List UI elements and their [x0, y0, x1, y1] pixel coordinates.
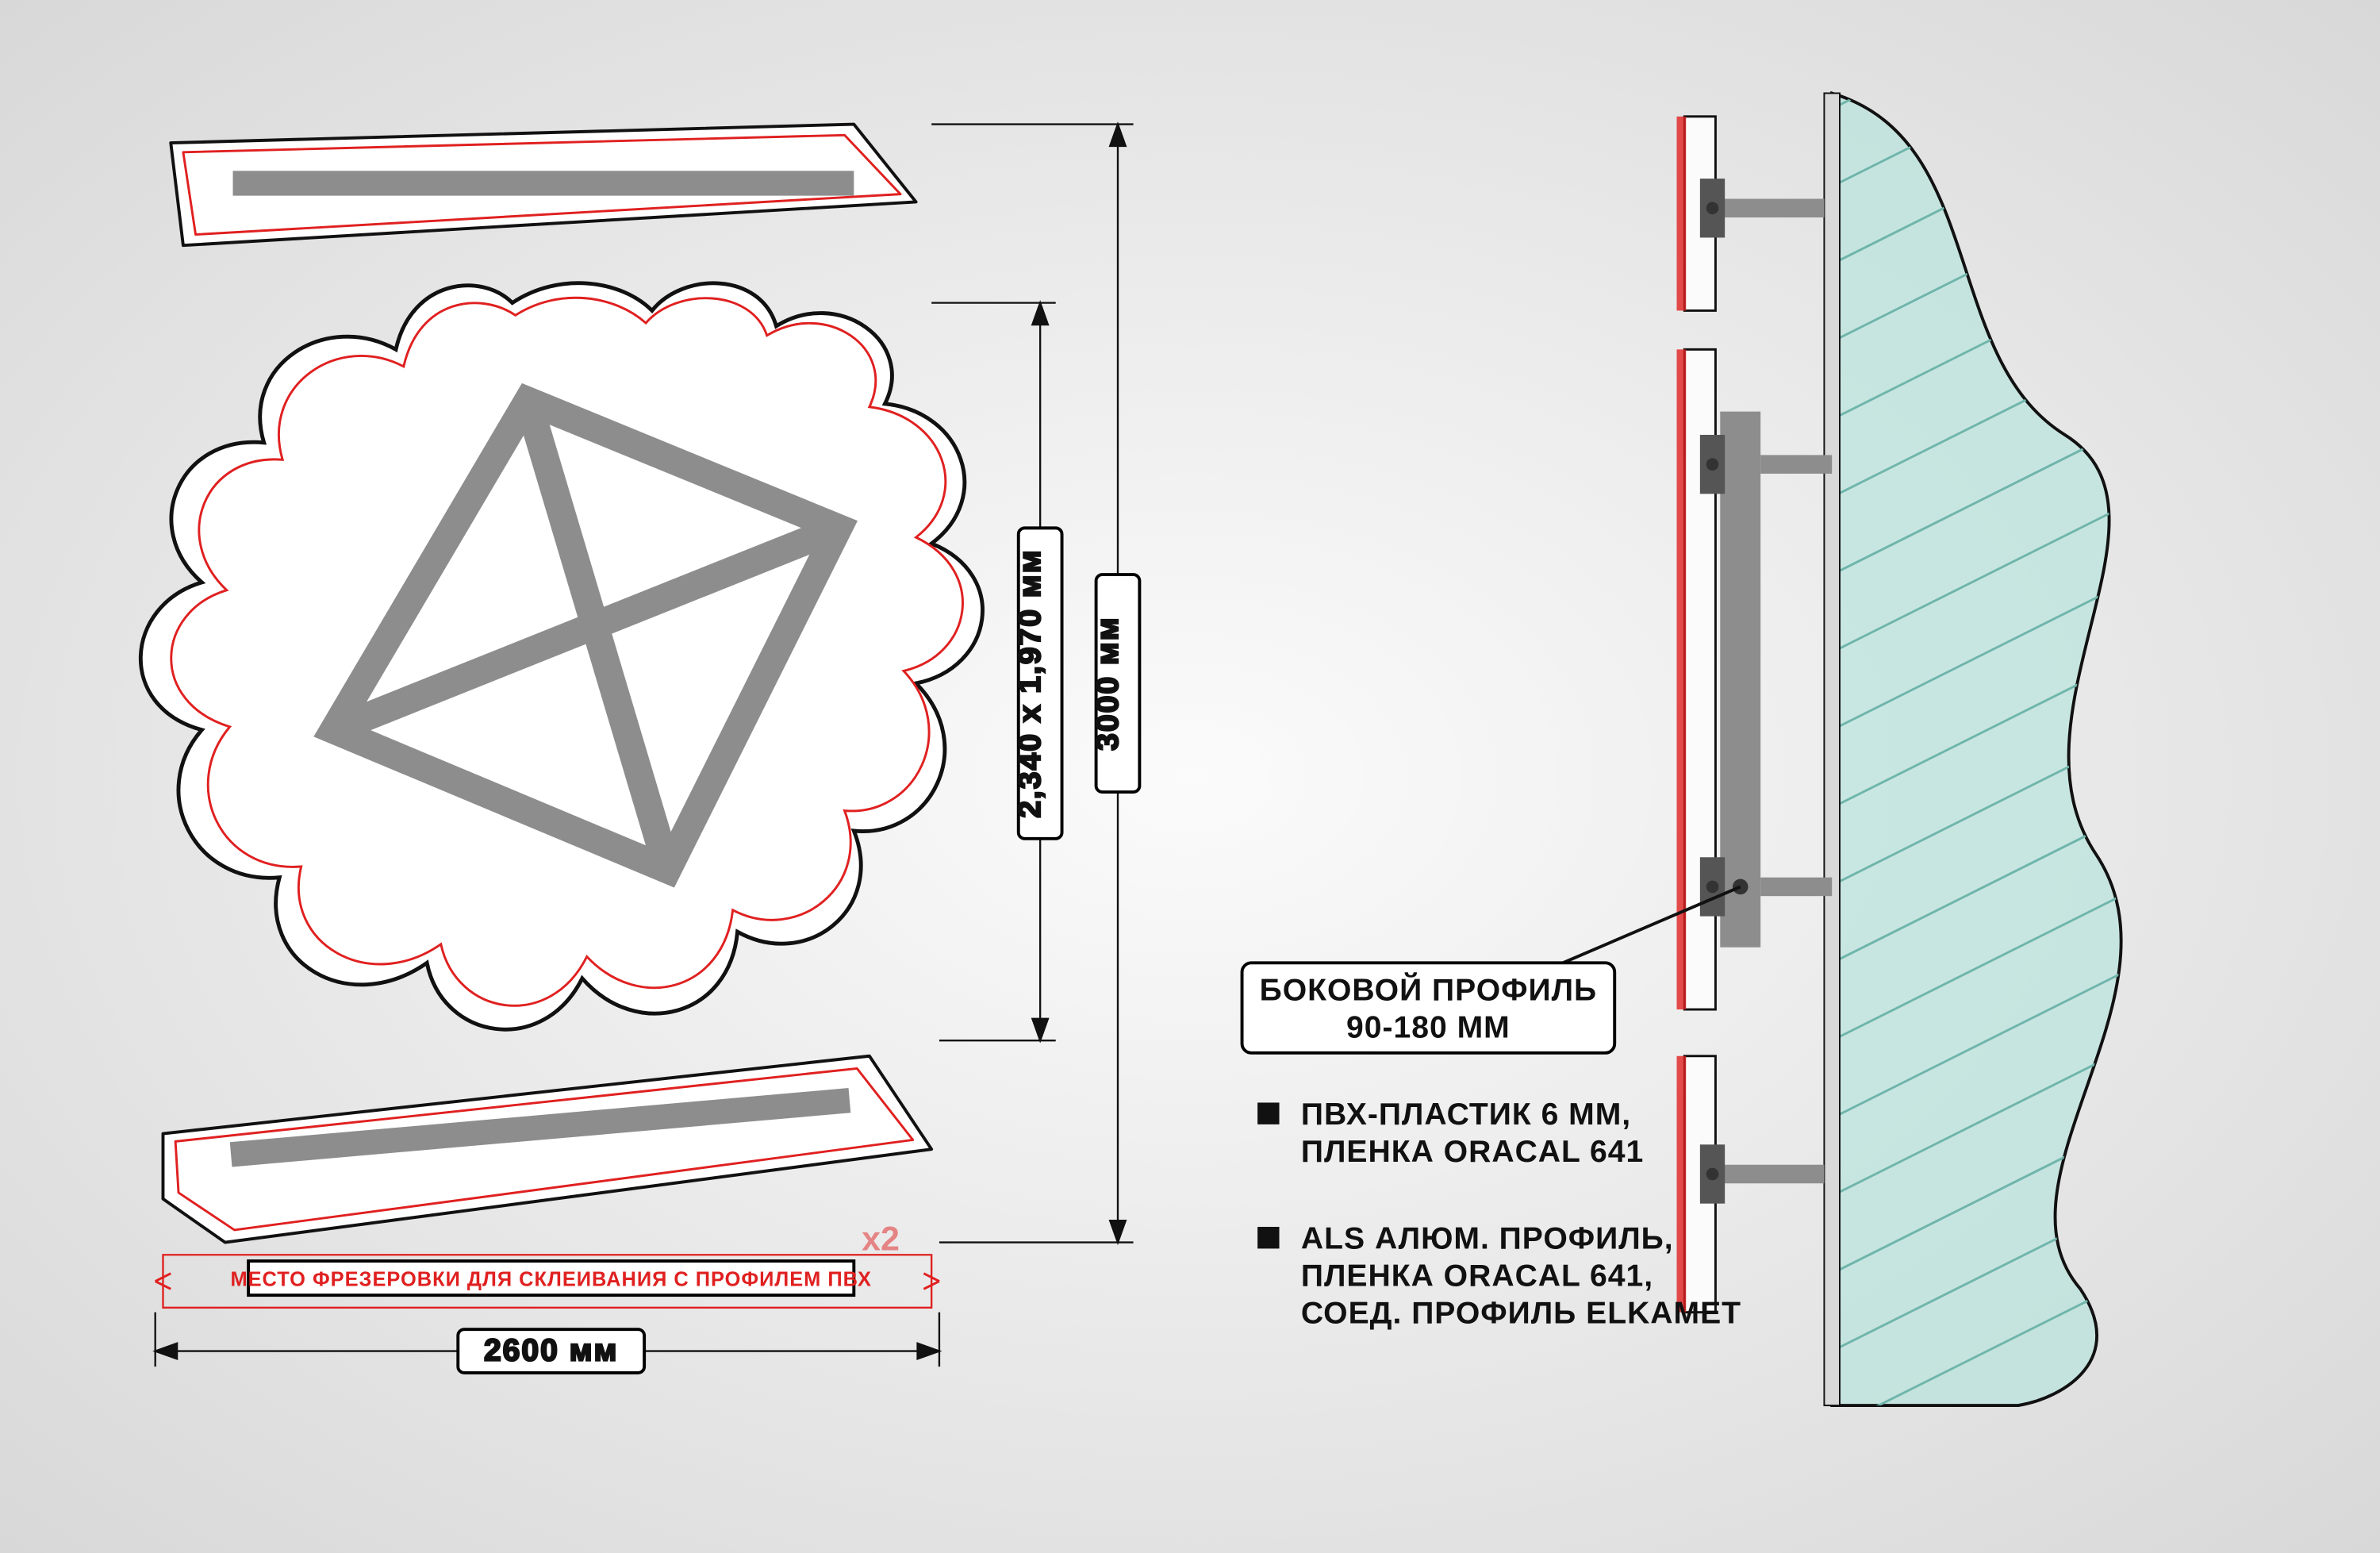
legend-item1-line2: ПЛЕНКА ORACAL 641	[1301, 1135, 1644, 1169]
callout-side-profile: БОКОВОЙ ПРОФИЛЬ 90-180 ММ	[1242, 886, 1741, 1052]
callout-line2: 90-180 ММ	[1346, 1010, 1511, 1044]
legend-item2-line3: СОЕД. ПРОФИЛЬ ELKAMET	[1301, 1296, 1741, 1330]
frez-label: МЕСТО ФРЕЗЕРОВКИ ДЛЯ СКЛЕИВАНИЯ С ПРОФИЛ…	[230, 1268, 872, 1290]
legend-item1-line1: ПВХ-ПЛАСТИК 6 ММ,	[1301, 1097, 1631, 1132]
technical-drawing: МЕСТО ФРЕЗЕРОВКИ ДЛЯ СКЛЕИВАНИЯ С ПРОФИЛ…	[0, 0, 2380, 1553]
x2-label: x2	[862, 1220, 900, 1258]
section-panel-2	[1677, 349, 1833, 1009]
dim-width-label: 2600 мм	[484, 1333, 619, 1367]
middle-splat-piece	[140, 283, 982, 1030]
dim-height-mid-label: 2,340 x 1,970 мм	[1013, 548, 1047, 817]
legend: ПВХ-ПЛАСТИК 6 ММ, ПЛЕНКА ORACAL 641 ALS …	[1257, 1097, 1741, 1330]
bottom-piece	[163, 1056, 931, 1243]
legend-item2-line2: ПЛЕНКА ORACAL 641,	[1301, 1259, 1653, 1293]
dim-height-total-label: 3000 мм	[1091, 616, 1125, 751]
top-piece	[171, 125, 916, 246]
legend-item2-line1: ALS АЛЮМ. ПРОФИЛЬ,	[1301, 1221, 1674, 1255]
dim-height-mid: 2,340 x 1,970 мм	[931, 303, 1061, 1041]
section-panel-3	[1677, 1056, 1825, 1313]
section-view	[1677, 0, 2174, 1522]
section-panel-1	[1677, 117, 1825, 311]
callout-line1: БОКОВОЙ ПРОФИЛЬ	[1260, 971, 1597, 1007]
dim-width: 2600 мм	[155, 1313, 939, 1373]
